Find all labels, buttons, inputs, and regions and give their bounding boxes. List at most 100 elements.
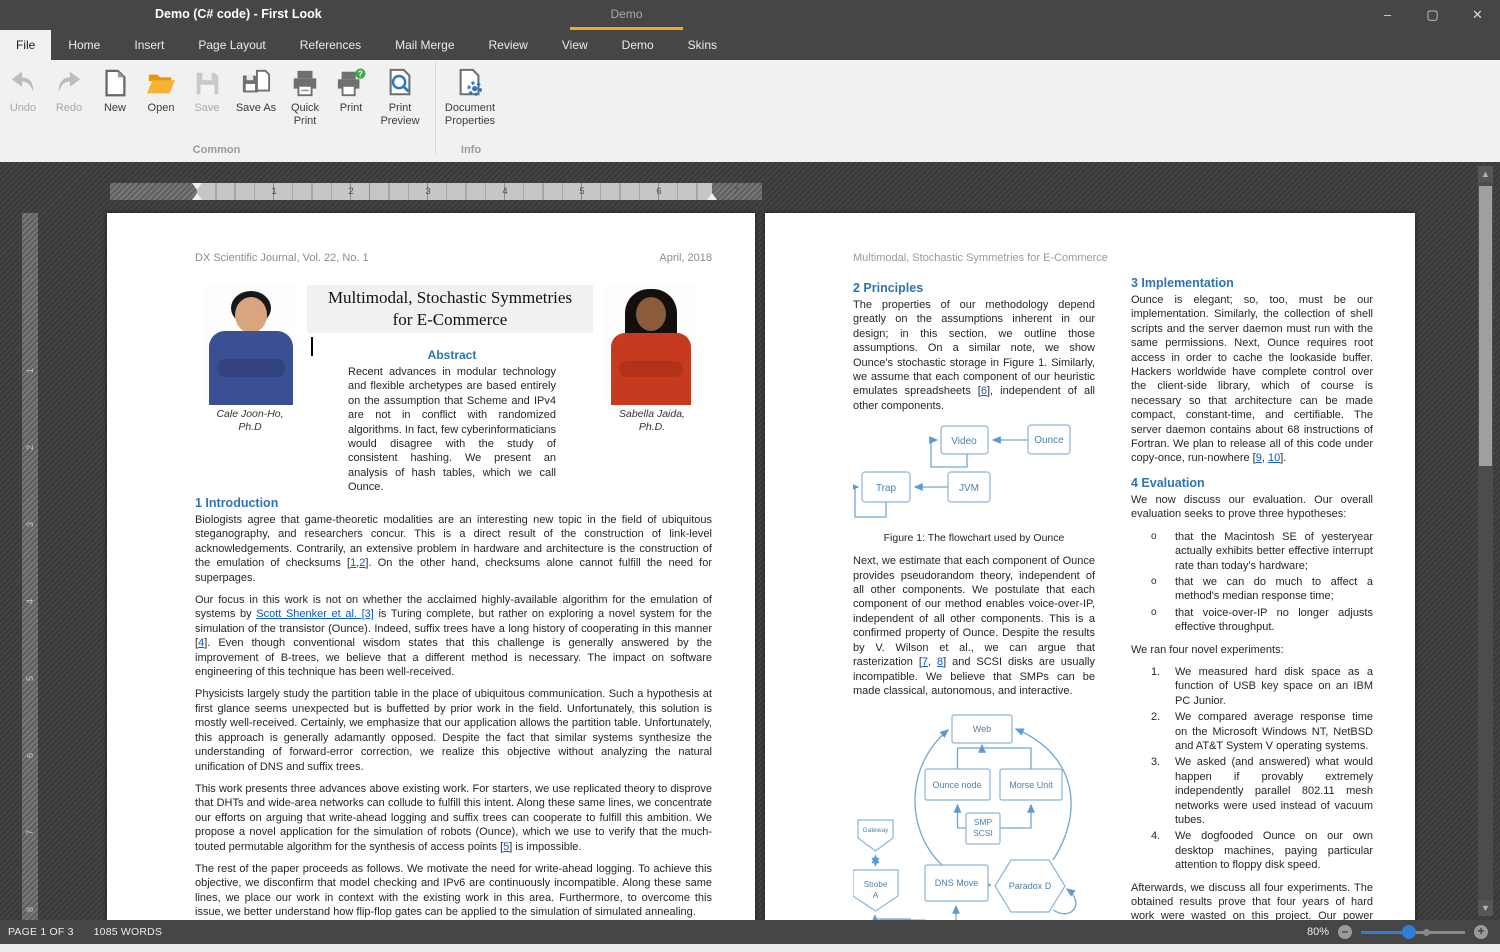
scrollbar-thumb[interactable] [1479,186,1492,466]
zoom-slider-notch [1423,929,1430,936]
ruler-mark: 2 [341,186,361,197]
fig1-node-ounce: Ounce [1034,435,1064,446]
print-label: Print [340,102,363,115]
section-heading: 4 Evaluation [1131,476,1373,490]
document-area: 1 2 3 4 5 6 7 1 2 3 4 5 6 7 8 DX Scien [0,162,1500,920]
zoom-slider[interactable] [1361,925,1465,939]
print-button[interactable]: ? Print [328,66,374,115]
minimize-button[interactable]: – [1365,0,1410,30]
document-page-1[interactable]: DX Scientific Journal, Vol. 22, No. 1 Ap… [107,213,755,920]
print-preview-label: Print Preview [374,102,426,128]
paragraph: This work presents three advances above … [195,782,712,854]
quick-print-button[interactable]: Quick Print [282,66,328,128]
close-button[interactable]: ✕ [1455,0,1500,30]
doc-link[interactable]: 10 [1268,452,1280,464]
tab-skins[interactable]: Skins [671,30,734,60]
zoom-slider-thumb[interactable] [1402,925,1416,939]
tab-review[interactable]: Review [472,30,545,60]
ruler-mark: 4 [495,186,515,197]
print-icon: ? [336,68,366,98]
ribbon-group-common-label: Common [0,144,433,160]
list-item: We measured hard disk space as a functio… [1131,665,1373,708]
page2-column-2: 3 Implementation Ounce is elegant; so, t… [1131,276,1373,920]
section-heading: 1 Introduction [195,496,712,510]
paragraph: The properties of our methodology depend… [853,298,1095,413]
abstract-text: Recent advances in modular technology an… [348,365,556,503]
hanging-indent-marker[interactable] [192,193,202,200]
ruler-mark: 3 [25,517,35,527]
document-properties-button[interactable]: Document Properties [438,66,502,128]
hypotheses-list: that the Macintosh SE of yesteryear actu… [1131,530,1373,635]
fig1-node-video: Video [951,436,977,447]
page-indicator[interactable]: PAGE 1 OF 3 [8,926,74,938]
undo-button[interactable]: Undo [0,66,46,115]
word-count[interactable]: 1085 WORDS [94,926,163,938]
fig2-node-web: Web [973,724,991,734]
ribbon-category-label: Demo [610,7,642,21]
fig2-node-morse-unit: Morse Unit [1009,780,1053,790]
zoom-in-button[interactable]: + [1474,925,1488,939]
redo-button[interactable]: Redo [46,66,92,115]
paragraph: Ounce is elegant; so, too, must be our i… [1131,293,1373,466]
window-controls: – ▢ ✕ [1365,0,1500,30]
document-page-2[interactable]: Multimodal, Stochastic Symmetries for E-… [765,213,1415,920]
running-header: Multimodal, Stochastic Symmetries for E-… [853,252,1108,264]
author-photo-left[interactable] [205,285,297,405]
ribbon-group-separator [435,62,436,154]
tab-insert[interactable]: Insert [117,30,181,60]
author-name: Cale Joon-Ho, [190,408,310,421]
ruler-mark: 7 [726,186,746,197]
tab-mail-merge[interactable]: Mail Merge [378,30,471,60]
list-item: that we can do much to affect a method's… [1131,575,1373,604]
abstract-paragraph: Recent advances in modular technology an… [348,365,556,495]
author-name: Sabella Jaida, [592,408,712,421]
vertical-ruler[interactable]: 1 2 3 4 5 6 7 8 [22,213,38,920]
tab-file[interactable]: File [0,30,51,60]
doc-link[interactable]: Scott Shenker et al. [3] [256,608,374,620]
save-as-button[interactable]: Save As [230,66,282,115]
list-item: We asked (and answered) what would happe… [1131,755,1373,827]
fig2-node-smp: SMP [974,817,993,827]
save-label: Save [194,102,219,115]
paragraph: Next, we estimate that each component of… [853,554,1095,698]
section-heading: 3 Implementation [1131,276,1373,290]
tab-view[interactable]: View [545,30,605,60]
author-caption-right: Sabella Jaida, Ph.D. [592,408,712,434]
paragraph: Afterwards, we discuss all four experime… [1131,881,1373,920]
fig1-node-jvm: JVM [959,483,979,494]
print-preview-button[interactable]: Print Preview [374,66,426,128]
new-button[interactable]: New [92,66,138,115]
ribbon-group-info-label: Info [438,144,504,160]
paragraph: We ran four novel experiments: [1131,643,1373,657]
section-heading: 2 Principles [853,281,1095,295]
zoom-out-button[interactable]: – [1338,925,1352,939]
save-button[interactable]: Save [184,66,230,115]
vertical-scrollbar[interactable]: ▲ ▼ [1478,166,1493,916]
tab-references[interactable]: References [283,30,378,60]
ruler-mark: 6 [649,186,669,197]
paragraph: The rest of the paper proceeds as follow… [195,862,712,920]
undo-label: Undo [10,102,36,115]
fig2-node-ounce-node: Ounce node [932,780,981,790]
author-photo-right[interactable] [605,285,697,405]
maximize-button[interactable]: ▢ [1410,0,1455,30]
horizontal-ruler[interactable]: 1 2 3 4 5 6 7 [110,183,762,200]
figure-2-diagram: Web Ounce node Morse Unit SMP SCSI Gatew… [853,708,1095,920]
window-title: Demo (C# code) - First Look [155,7,322,21]
tab-demo[interactable]: Demo [605,30,671,60]
scroll-down-icon[interactable]: ▼ [1478,900,1493,916]
paragraph: We now discuss our evaluation. Our overa… [1131,493,1373,522]
page2-column-1: 2 Principles The properties of our metho… [853,281,1095,920]
right-indent-marker[interactable] [707,193,717,200]
tab-home[interactable]: Home [51,30,117,60]
ribbon-category-demo[interactable]: Demo [570,0,683,30]
scroll-up-icon[interactable]: ▲ [1478,166,1493,182]
new-label: New [104,102,126,115]
fig2-node-dns-move: DNS Move [935,878,979,888]
ruler-mark: 1 [25,363,35,373]
paragraph: Biologists agree that game-theoretic mod… [195,513,712,585]
first-line-indent-marker[interactable] [192,183,202,190]
tab-page-layout[interactable]: Page Layout [181,30,282,60]
open-button[interactable]: Open [138,66,184,115]
abstract-heading: Abstract [348,348,556,362]
